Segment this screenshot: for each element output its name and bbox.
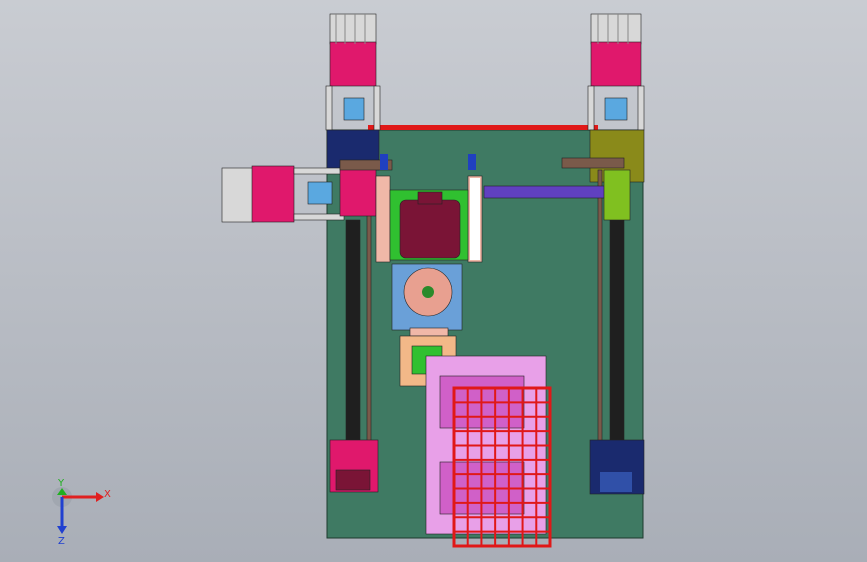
gantry-left-post (375, 175, 391, 263)
lead-screw-right[interactable] (609, 219, 625, 471)
coupling-left-top[interactable] (343, 97, 365, 121)
spindle-motor[interactable] (399, 199, 461, 259)
x-motor-standoff (293, 167, 345, 175)
x-motor-body[interactable] (251, 165, 295, 223)
gantry-bracket-right (561, 157, 625, 169)
triad-y-label: Y (57, 478, 65, 489)
limit-switch-right (468, 154, 476, 170)
spindle-head[interactable] (391, 263, 463, 337)
triad-z-arrow (57, 526, 67, 534)
cad-viewport[interactable]: X Y Z (0, 0, 867, 562)
timing-belt[interactable] (368, 125, 598, 130)
spindle-motor-top (417, 191, 443, 205)
orientation-triad: X Y Z (52, 478, 111, 547)
x-motor-assembly[interactable] (221, 165, 377, 223)
x-lead-screw[interactable] (483, 185, 607, 199)
motor-right-body[interactable] (590, 41, 642, 87)
bottom-right-bearing-block (589, 439, 645, 495)
spindle-collar (409, 327, 449, 337)
motor-left-standoff (325, 85, 333, 131)
y-motor-right-assembly[interactable] (587, 13, 645, 183)
x-motor-mount (339, 165, 377, 217)
gantry-right-post-face (470, 178, 480, 260)
bottom-left-nut (335, 469, 371, 491)
motor-right-standoff (587, 85, 595, 131)
y-motor-left-assembly[interactable] (325, 13, 381, 171)
motor-right-standoff (637, 85, 645, 131)
motor-left-top-cap (329, 13, 377, 45)
triad-z-label: Z (58, 536, 65, 547)
spindle-chuck (422, 286, 434, 298)
triad-x-label: X (104, 489, 111, 500)
x-coupling[interactable] (307, 181, 333, 205)
x-motor-end-cap (221, 167, 255, 223)
bottom-left-bearing-block (329, 439, 379, 493)
bottom-right-nut (600, 472, 632, 492)
motor-left-body[interactable] (329, 41, 377, 87)
rail-right (597, 169, 603, 471)
triad-x-arrow (96, 492, 104, 502)
motor-left-standoff (373, 85, 381, 131)
coupling-right-top[interactable] (604, 97, 628, 121)
cad-model-view[interactable]: X Y Z (0, 0, 867, 562)
x-motor-standoff (293, 213, 345, 221)
limit-switch-left (380, 154, 388, 170)
x-screw-end-block (603, 169, 631, 221)
